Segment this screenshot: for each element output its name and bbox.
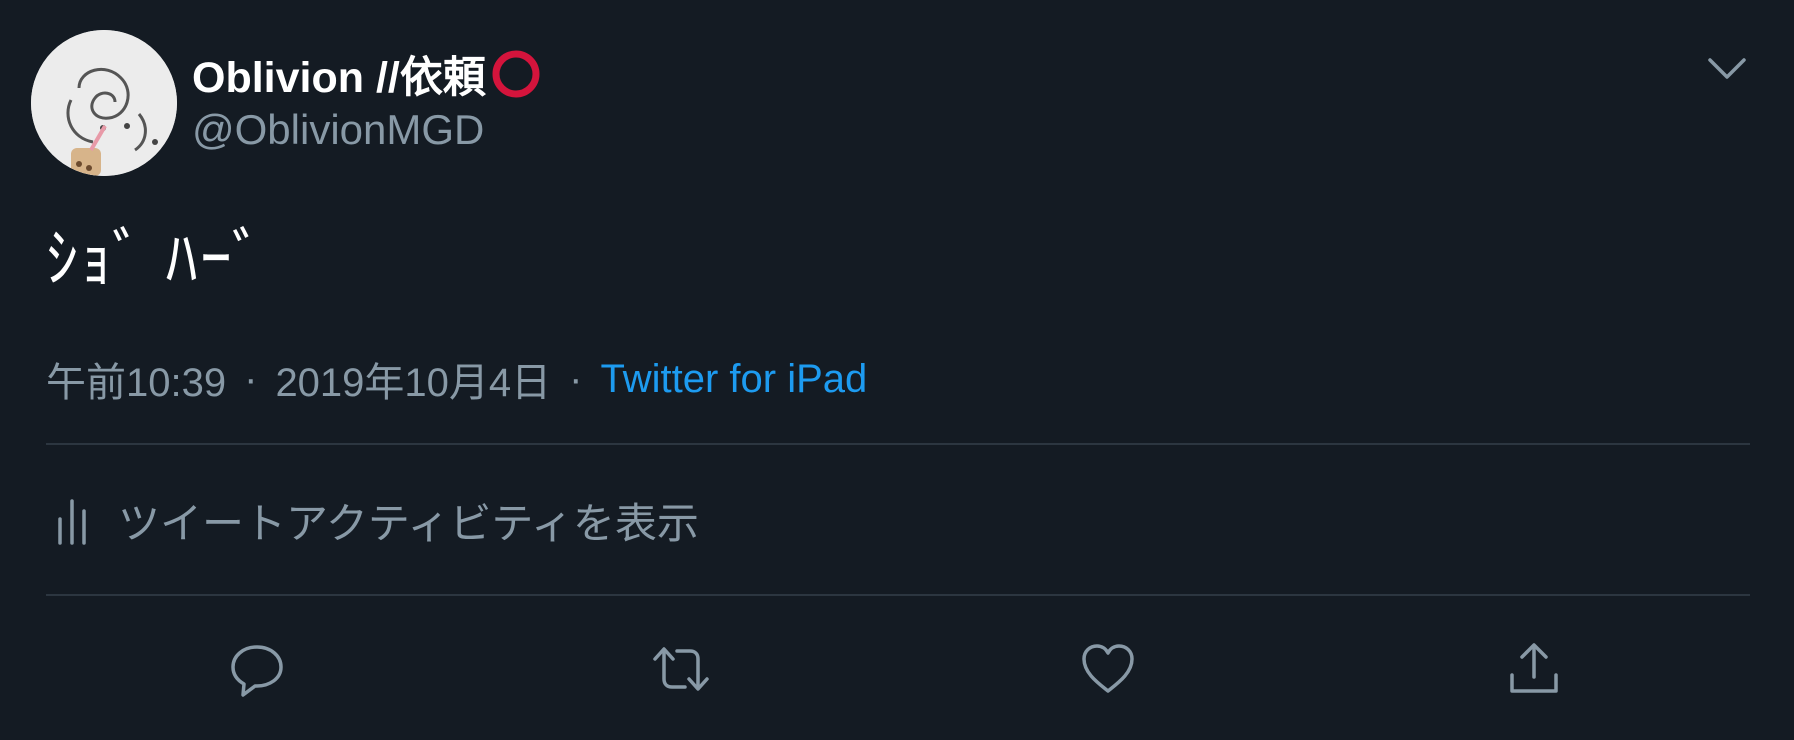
tweet-text: ｼｮﾞ ﾊｰﾞ	[46, 223, 266, 295]
like-button[interactable]	[1075, 636, 1141, 702]
tweet-source-link[interactable]: Twitter for iPad	[601, 357, 868, 402]
meta-separator: ·	[569, 356, 583, 401]
heart-icon	[1082, 644, 1134, 693]
analytics-bars-icon	[54, 497, 90, 545]
display-name-text: Oblivion //依頼	[192, 54, 486, 102]
reply-button[interactable]	[224, 636, 290, 702]
chevron-down-icon[interactable]	[1706, 52, 1748, 86]
reply-icon	[231, 645, 283, 697]
meta-separator: ·	[244, 356, 258, 401]
share-icon	[1510, 643, 1558, 693]
action-bar	[0, 636, 1794, 706]
view-activity-label: ツイートアクティビティを表示	[118, 500, 699, 547]
tweet-date[interactable]: 2019年10月4日	[275, 350, 551, 408]
tweet-meta: 午前10:39 · 2019年10月4日 · Twitter for iPad	[46, 350, 867, 408]
divider	[46, 594, 1750, 596]
retweet-icon	[653, 647, 709, 691]
user-handle[interactable]: @OblivionMGD	[192, 106, 484, 154]
divider	[46, 443, 1750, 445]
view-activity-link[interactable]: ツイートアクティビティを表示	[54, 490, 699, 551]
tweet-card: Oblivion //依頼 @OblivionMGD ｼｮﾞ ﾊｰﾞ 午前10:…	[0, 0, 1794, 740]
share-button[interactable]	[1501, 636, 1567, 702]
tweet-time[interactable]: 午前10:39	[46, 350, 226, 408]
avatar-image	[31, 30, 177, 176]
retweet-button[interactable]	[648, 636, 714, 702]
display-name[interactable]: Oblivion //依頼	[192, 48, 542, 102]
red-circle-icon	[490, 48, 542, 100]
avatar[interactable]	[31, 30, 177, 176]
